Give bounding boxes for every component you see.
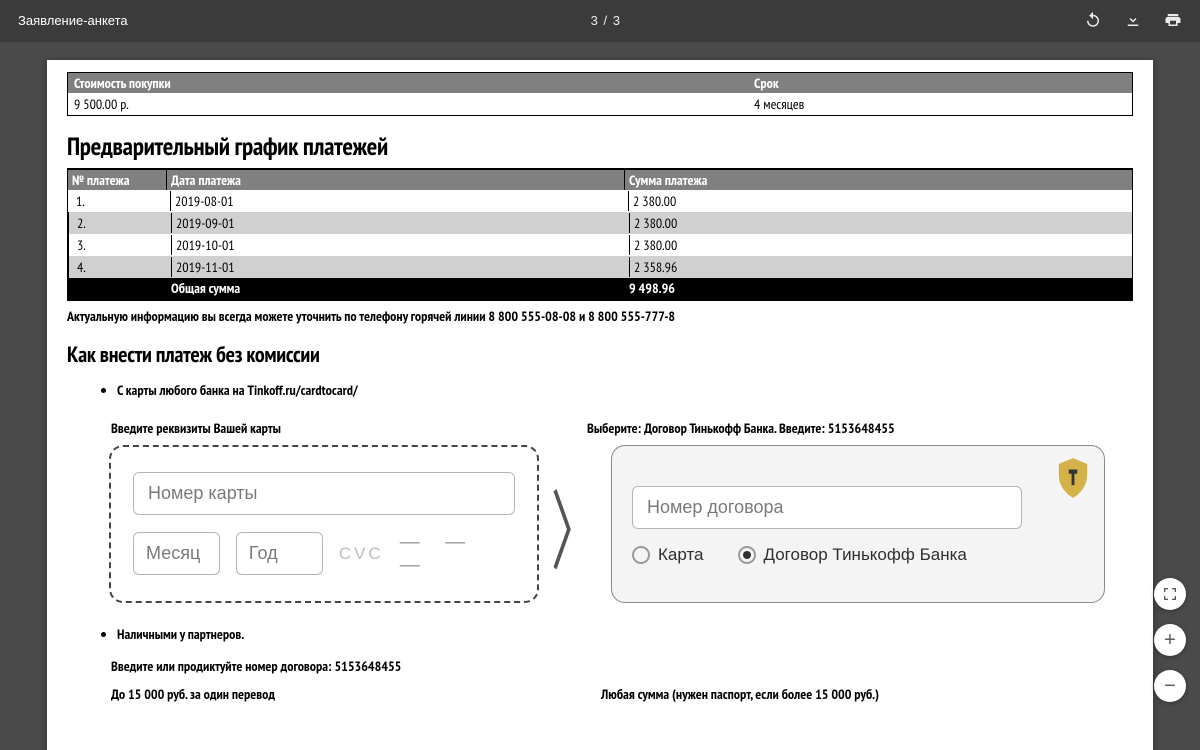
zoom-controls: + − (1154, 578, 1186, 702)
source-card-panel: Номер карты Месяц Год CVC — — — (109, 445, 539, 603)
pdf-toolbar: Заявление-анкета 3 / 3 (0, 0, 1200, 40)
table-row: 4. 2019-11-01 2 358.96 (68, 256, 1132, 278)
year-input: Год (236, 532, 323, 575)
destination-card-panel: Номер договора Карта Договор Тинькофф Ба… (611, 445, 1105, 603)
partners-row: До 15 000 руб. за один перевод Любая сум… (93, 685, 1133, 709)
total-label: Общая сумма (166, 278, 624, 300)
col-amount: Сумма платежа (624, 170, 1132, 190)
src-caption: Введите реквизиты Вашей карты (111, 419, 539, 437)
table-row: 1. 2019-08-01 2 380.00 (68, 190, 1132, 212)
cvc-placeholder: — — — (400, 531, 515, 577)
payments-table: № платежа Дата платежа Сумма платежа 1. … (67, 168, 1133, 301)
partner-cap-any: Любая сумма (нужен паспорт, если более 1… (601, 685, 879, 703)
fit-page-button[interactable] (1154, 578, 1186, 610)
partner-cap-limit: До 15 000 руб. за один перевод (111, 685, 275, 703)
print-icon[interactable] (1164, 11, 1182, 29)
howto-heading: Как внести платеж без комиссии (67, 341, 1133, 369)
term-label: Срок (748, 73, 1132, 93)
hotline-note: Актуальную информацию вы всегда можете у… (67, 307, 1133, 325)
col-n: № платежа (68, 170, 166, 190)
total-value: 9 498.96 (624, 278, 1132, 300)
download-icon[interactable] (1124, 11, 1142, 29)
table-row: 3. 2019-10-01 2 380.00 (68, 234, 1132, 256)
dst-caption: Выберите: Договор Тинькофф Банка. Введит… (587, 419, 1133, 437)
cvc-label: CVC (339, 544, 384, 564)
cost-value: 9 500.00 р. (68, 93, 748, 115)
contract-number-input: Номер договора (632, 486, 1022, 529)
option-cash: Наличными у партнеров. (117, 625, 1133, 643)
col-date: Дата платежа (166, 170, 624, 190)
doc-title: Заявление-анкета (18, 13, 128, 28)
zoom-in-button[interactable]: + (1154, 624, 1186, 656)
month-input: Месяц (133, 532, 220, 575)
table-row: 2. 2019-09-01 2 380.00 (68, 212, 1132, 234)
rotate-icon[interactable] (1084, 11, 1102, 29)
purchase-summary-table: Стоимость покупки Срок 9 500.00 р. 4 мес… (67, 72, 1133, 116)
card-number-input: Номер карты (133, 472, 515, 515)
zoom-out-button[interactable]: − (1154, 670, 1186, 702)
cost-label: Стоимость покупки (68, 73, 748, 93)
contract-line: Введите или продиктуйте номер договора: … (111, 657, 1153, 675)
pdf-page: Стоимость покупки Срок 9 500.00 р. 4 мес… (47, 60, 1153, 750)
shield-icon (1056, 458, 1090, 503)
radio-contract: Договор Тинькофф Банка (738, 545, 967, 565)
radio-card: Карта (632, 545, 704, 565)
term-value: 4 месяцев (748, 93, 1132, 115)
arrow-right-icon: 〉 (551, 461, 599, 587)
page-indicator: 3 / 3 (128, 13, 1084, 28)
schedule-heading: Предварительный график платежей (67, 130, 1133, 162)
option-card: С карты любого банка на Tinkoff.ru/cardt… (117, 381, 1133, 399)
pdf-viewport[interactable]: Стоимость покупки Срок 9 500.00 р. 4 мес… (0, 40, 1200, 750)
